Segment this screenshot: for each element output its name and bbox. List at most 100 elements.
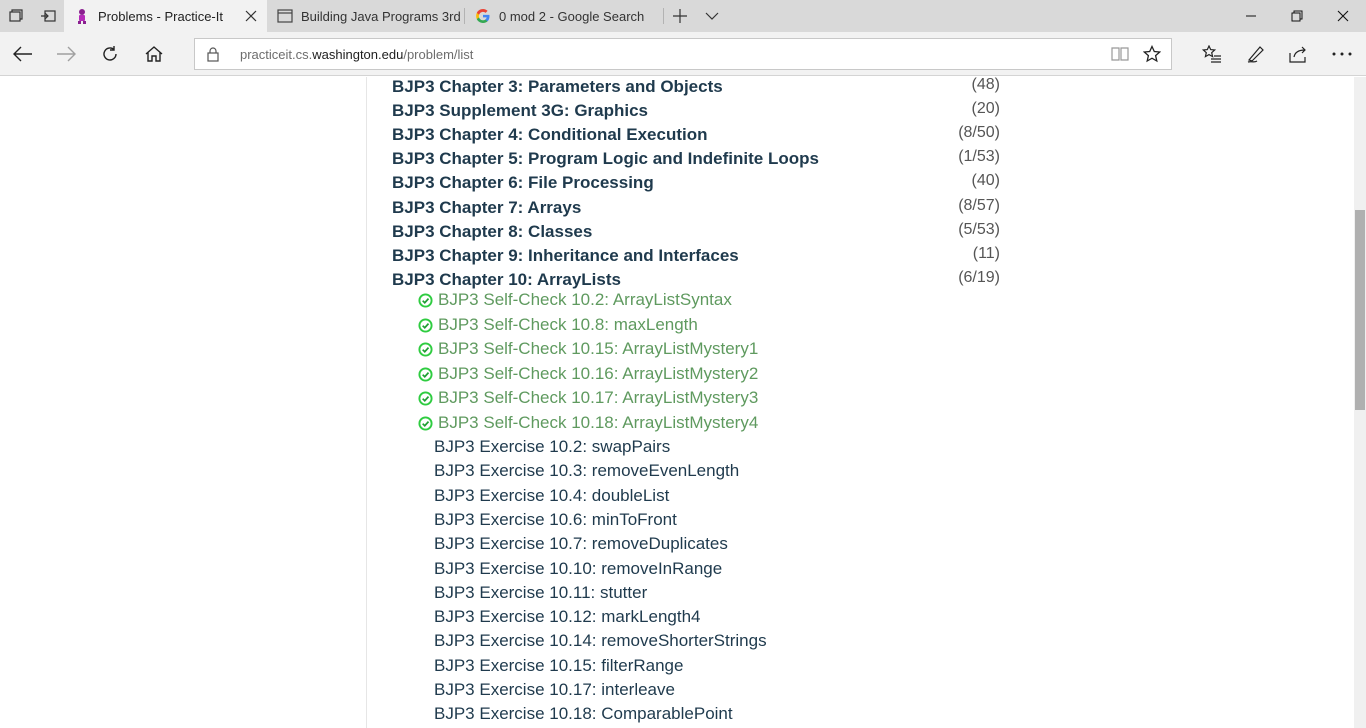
vertical-scrollbar[interactable] bbox=[1354, 77, 1366, 728]
reading-view-icon bbox=[1111, 47, 1129, 61]
chapter-link[interactable]: BJP3 Chapter 8: Classes bbox=[392, 222, 592, 242]
tab-building-java-programs[interactable]: Building Java Programs 3rd bbox=[267, 0, 464, 32]
problem-title: BJP3 Self-Check 10.2: ArrayListSyntax bbox=[438, 290, 732, 309]
url-host: washington.edu bbox=[312, 47, 404, 62]
tab-title: 0 mod 2 - Google Search bbox=[499, 8, 645, 24]
chapter-link[interactable]: BJP3 Supplement 3G: Graphics bbox=[392, 101, 648, 121]
star-icon bbox=[1143, 45, 1161, 63]
problem-title: BJP3 Self-Check 10.16: ArrayListMystery2 bbox=[438, 364, 759, 383]
chapter-row[interactable]: BJP3 Chapter 9: Inheritance and Interfac… bbox=[392, 245, 1002, 268]
chapter-row[interactable]: BJP3 Chapter 4: Conditional Execution (8… bbox=[392, 124, 1002, 147]
lock-icon bbox=[207, 47, 219, 62]
problem-title: BJP3 Self-Check 10.8: maxLength bbox=[438, 315, 698, 334]
chapter-row[interactable]: BJP3 Chapter 10: ArrayLists (6/19) bbox=[392, 269, 1002, 292]
problem-link[interactable]: BJP3 Exercise 10.18: ComparablePoint bbox=[434, 704, 733, 726]
minimize-button[interactable] bbox=[1228, 0, 1274, 32]
content-column-border bbox=[366, 77, 367, 728]
chapter-link[interactable]: BJP3 Chapter 10: ArrayLists bbox=[392, 270, 621, 290]
check-circle-icon bbox=[418, 367, 433, 382]
minimize-icon bbox=[1246, 15, 1256, 17]
check-circle-icon bbox=[418, 293, 433, 308]
tab-title: Problems - Practice-It bbox=[98, 8, 223, 24]
chapter-row[interactable]: BJP3 Chapter 8: Classes (5/53) bbox=[392, 221, 1002, 244]
chapter-row[interactable]: BJP3 Supplement 3G: Graphics (20) bbox=[392, 100, 1002, 123]
chapter-row[interactable]: BJP3 Chapter 5: Program Logic and Indefi… bbox=[392, 148, 1002, 171]
chapter-count: (5/53) bbox=[958, 221, 1000, 238]
url-text: practiceit.cs.washington.edu/problem/lis… bbox=[240, 47, 473, 62]
restore-button[interactable] bbox=[1274, 0, 1320, 32]
ellipsis-icon bbox=[1332, 52, 1352, 56]
check-circle-icon bbox=[418, 416, 433, 431]
set-tabs-aside-button[interactable] bbox=[32, 0, 64, 32]
chapter-link[interactable]: BJP3 Chapter 4: Conditional Execution bbox=[392, 125, 708, 145]
problem-link[interactable]: BJP3 Exercise 10.15: filterRange bbox=[434, 656, 683, 678]
favorites-hub-button[interactable] bbox=[1192, 34, 1232, 74]
problem-link[interactable]: BJP3 Exercise 10.11: stutter bbox=[434, 583, 647, 605]
chapter-count: (20) bbox=[971, 100, 1000, 117]
chevron-down-icon bbox=[705, 12, 719, 20]
problem-title: BJP3 Self-Check 10.17: ArrayListMystery3 bbox=[438, 388, 759, 407]
chapter-link[interactable]: BJP3 Chapter 3: Parameters and Objects bbox=[392, 77, 723, 97]
reading-view-button[interactable] bbox=[1104, 39, 1136, 69]
chapter-link[interactable]: BJP3 Chapter 9: Inheritance and Interfac… bbox=[392, 246, 739, 266]
tab-sets-button[interactable] bbox=[0, 0, 32, 32]
favorites-list-icon bbox=[1202, 45, 1221, 63]
tab-google-search[interactable]: 0 mod 2 - Google Search bbox=[465, 0, 663, 32]
check-circle-icon bbox=[418, 342, 433, 357]
restore-icon bbox=[1291, 10, 1303, 22]
back-button[interactable] bbox=[3, 34, 43, 74]
problem-link[interactable]: BJP3 Exercise 10.6: minToFront bbox=[434, 510, 677, 532]
tab-problems-practice-it[interactable]: Problems - Practice-It bbox=[64, 0, 267, 32]
chapter-count: (1/53) bbox=[958, 148, 1000, 165]
share-button[interactable] bbox=[1279, 34, 1319, 74]
problem-link[interactable]: BJP3 Exercise 10.7: removeDuplicates bbox=[434, 534, 728, 556]
google-g-icon bbox=[475, 8, 491, 24]
scrollbar-thumb[interactable] bbox=[1355, 210, 1365, 410]
forward-button[interactable] bbox=[46, 34, 86, 74]
refresh-icon bbox=[103, 46, 117, 61]
chapter-count: (11) bbox=[972, 245, 1000, 262]
problem-title: BJP3 Self-Check 10.15: ArrayListMystery1 bbox=[438, 339, 759, 358]
problem-link[interactable]: BJP3 Exercise 10.12: markLength4 bbox=[434, 607, 700, 629]
more-options-button[interactable] bbox=[1322, 34, 1362, 74]
problem-link[interactable]: BJP3 Exercise 10.3: removeEvenLength bbox=[434, 461, 739, 483]
navigation-bar: practiceit.cs.washington.edu/problem/lis… bbox=[0, 32, 1366, 76]
problem-title: BJP3 Self-Check 10.18: ArrayListMystery4 bbox=[438, 413, 759, 432]
chapter-link[interactable]: BJP3 Chapter 7: Arrays bbox=[392, 198, 581, 218]
check-circle-icon bbox=[418, 318, 433, 333]
chapter-row[interactable]: BJP3 Chapter 6: File Processing (40) bbox=[392, 172, 1002, 195]
chapter-count: (8/57) bbox=[958, 197, 1000, 214]
refresh-button[interactable] bbox=[90, 34, 130, 74]
chapter-row[interactable]: BJP3 Chapter 7: Arrays (8/57) bbox=[392, 197, 1002, 220]
home-icon bbox=[145, 46, 163, 62]
problem-link[interactable]: BJP3 Exercise 10.4: doubleList bbox=[434, 486, 669, 508]
chapter-link[interactable]: BJP3 Chapter 6: File Processing bbox=[392, 173, 654, 193]
close-icon bbox=[1337, 10, 1349, 22]
address-bar[interactable]: practiceit.cs.washington.edu/problem/lis… bbox=[194, 38, 1172, 70]
chapter-count: (40) bbox=[971, 172, 1000, 189]
tab-sets-icon bbox=[9, 9, 23, 22]
problem-link[interactable]: BJP3 Exercise 10.2: swapPairs bbox=[434, 437, 670, 459]
home-button[interactable] bbox=[134, 34, 174, 74]
chapter-link[interactable]: BJP3 Chapter 5: Program Logic and Indefi… bbox=[392, 149, 819, 169]
web-note-button[interactable] bbox=[1236, 34, 1276, 74]
url-path: /problem/list bbox=[403, 47, 474, 62]
problem-link[interactable]: BJP3 Exercise 10.17: interleave bbox=[434, 680, 675, 702]
chapter-count: (8/50) bbox=[958, 124, 1000, 141]
favorite-star-button[interactable] bbox=[1136, 39, 1168, 69]
practice-it-logo-icon bbox=[74, 8, 90, 24]
window-close-button[interactable] bbox=[1320, 0, 1366, 32]
tab-strip: Problems - Practice-It Building Java Pro… bbox=[0, 0, 1366, 32]
problem-link[interactable]: BJP3 Exercise 10.14: removeShorterString… bbox=[434, 631, 767, 653]
back-arrow-icon bbox=[13, 46, 32, 62]
check-circle-icon bbox=[418, 391, 433, 406]
plus-icon bbox=[673, 9, 687, 23]
tab-preview-button[interactable] bbox=[696, 0, 728, 32]
problem-link[interactable]: BJP3 Exercise 10.10: removeInRange bbox=[434, 559, 722, 581]
tab-close-button[interactable] bbox=[243, 8, 259, 24]
chapter-count: (6/19) bbox=[958, 269, 1000, 286]
page-content: BJP3 Chapter 3: Parameters and Objects (… bbox=[0, 77, 1354, 728]
new-tab-button[interactable] bbox=[664, 0, 696, 32]
chapter-row[interactable]: BJP3 Chapter 3: Parameters and Objects (… bbox=[392, 77, 1002, 99]
tab-title: Building Java Programs 3rd bbox=[301, 8, 461, 24]
